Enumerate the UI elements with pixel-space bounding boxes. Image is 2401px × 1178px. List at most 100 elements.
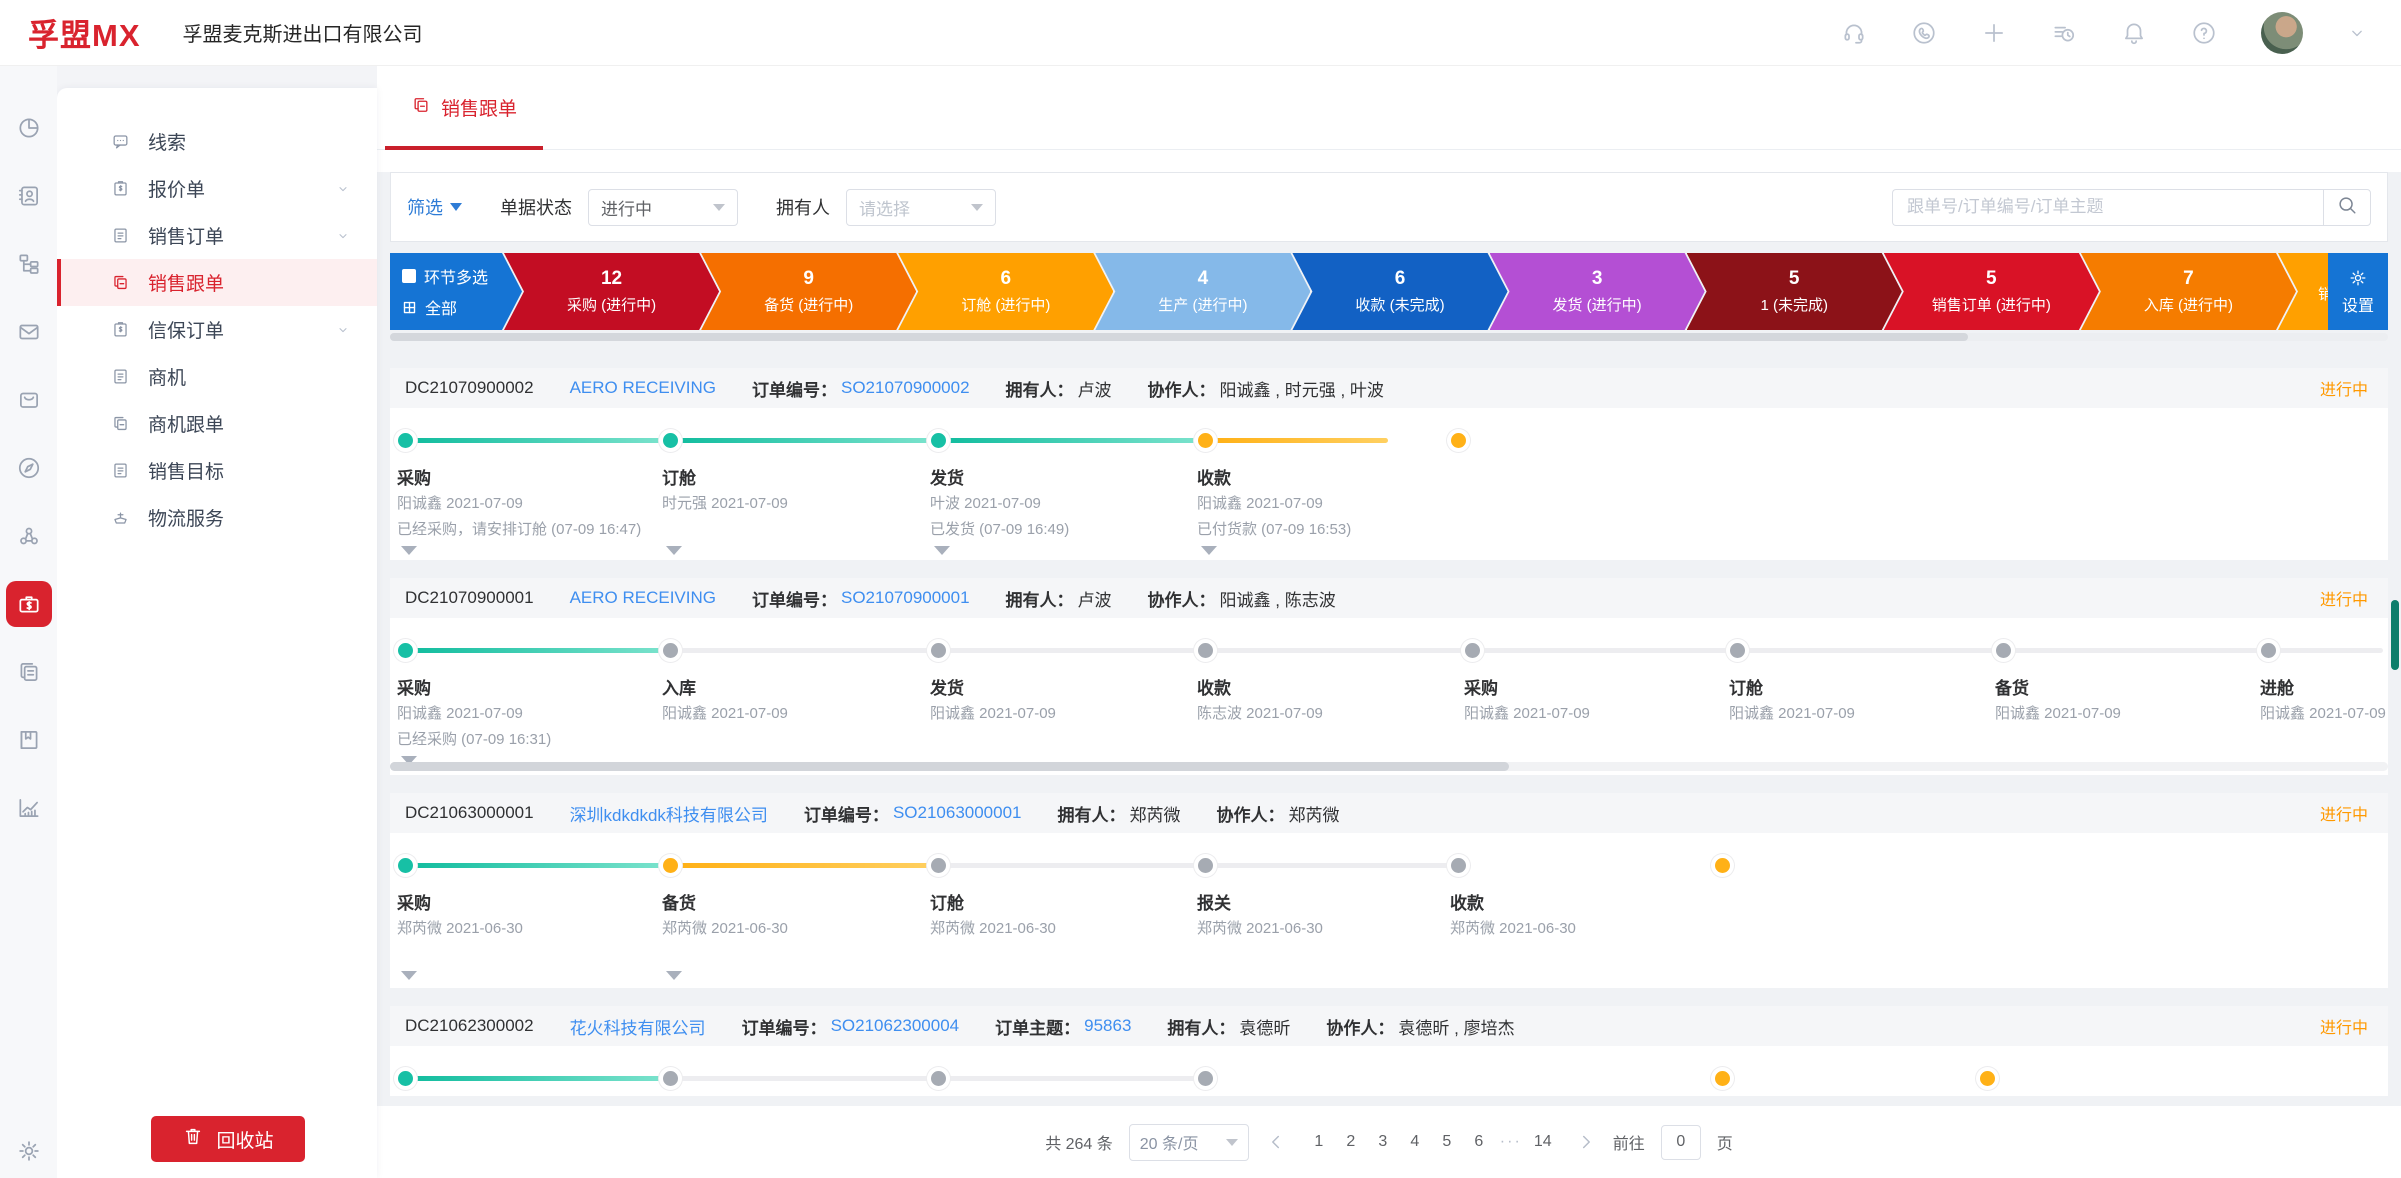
order-no-value[interactable]: SO21062300004 [831, 1016, 960, 1036]
timeline-node[interactable] [1198, 643, 1213, 658]
customer-link[interactable]: AERO RECEIVING [570, 378, 716, 398]
tab-sales-tracking[interactable]: 销售跟单 [385, 66, 543, 149]
rail-item-chart-growth-icon[interactable] [0, 774, 57, 842]
checkbox-icon[interactable] [402, 269, 416, 283]
prev-page-button[interactable] [1265, 1131, 1287, 1153]
page-ellipsis[interactable]: ··· [1495, 1129, 1527, 1155]
timeline-node[interactable] [1996, 643, 2011, 658]
chevron-down-icon[interactable] [2347, 23, 2367, 43]
rail-item-shopping-bag-icon[interactable] [0, 366, 57, 434]
timeline-node[interactable] [663, 433, 678, 448]
history-icon[interactable] [2051, 20, 2077, 46]
timeline-node[interactable] [1465, 643, 1480, 658]
timeline-node[interactable] [1198, 1071, 1213, 1086]
timeline-node[interactable] [1715, 1071, 1730, 1086]
expand-toggle[interactable] [1201, 546, 1217, 555]
horizontal-scrollbar[interactable] [390, 762, 2388, 771]
rail-item-briefcase-dollar-icon[interactable] [0, 570, 57, 638]
rail-item-mail-icon[interactable] [0, 298, 57, 366]
customer-link[interactable]: AERO RECEIVING [570, 588, 716, 608]
help-icon[interactable] [2191, 20, 2217, 46]
menu-item-5[interactable]: 信保订单 [57, 306, 377, 353]
rail-item-compass-icon[interactable] [0, 434, 57, 502]
timeline-node[interactable] [663, 643, 678, 658]
scrollbar-thumb[interactable] [390, 333, 1968, 341]
timeline-node[interactable] [2261, 643, 2276, 658]
timeline-node[interactable] [1198, 433, 1213, 448]
timeline-node[interactable] [1451, 858, 1466, 873]
search-button[interactable] [2323, 189, 2371, 226]
expand-toggle[interactable] [934, 546, 950, 555]
stage-chevron-4[interactable]: 4 生产 (进行中) [1095, 253, 1310, 330]
next-page-button[interactable] [1575, 1131, 1597, 1153]
menu-item-4[interactable]: 销售跟单 [57, 259, 377, 306]
stage-chevron-2[interactable]: 9 备货 (进行中) [701, 253, 916, 330]
timeline-node[interactable] [663, 1071, 678, 1086]
menu-item-2[interactable]: 报价单 [57, 165, 377, 212]
search-input[interactable] [1892, 189, 2323, 226]
timeline-node[interactable] [398, 643, 413, 658]
status-select[interactable]: 进行中 [588, 189, 738, 226]
menu-item-6[interactable]: 商机 [57, 353, 377, 400]
timeline-node[interactable] [1451, 433, 1466, 448]
rail-item-org-chart-icon[interactable] [0, 230, 57, 298]
stage-chevron-5[interactable]: 6 收款 (未完成) [1292, 253, 1507, 330]
stage-settings-button[interactable]: 设置 [2328, 253, 2388, 330]
timeline-node[interactable] [398, 858, 413, 873]
timeline-node[interactable] [1730, 643, 1745, 658]
expand-toggle[interactable] [666, 546, 682, 555]
page-number-2[interactable]: 2 [1335, 1129, 1367, 1155]
rail-item-notebook-icon[interactable] [0, 706, 57, 774]
scrollbar-thumb[interactable] [390, 762, 1509, 771]
timeline-node[interactable] [931, 433, 946, 448]
order-no-value[interactable]: SO21070900001 [841, 588, 970, 608]
timeline-node[interactable] [1715, 858, 1730, 873]
goto-page-input[interactable] [1661, 1125, 1701, 1160]
timeline-node[interactable] [931, 1071, 946, 1086]
timeline-node[interactable] [1198, 858, 1213, 873]
stage-chevron-3[interactable]: 6 订舱 (进行中) [898, 253, 1113, 330]
timeline-node[interactable] [1980, 1071, 1995, 1086]
vertical-scrollbar[interactable] [2391, 600, 2399, 670]
page-number-1[interactable]: 1 [1303, 1129, 1335, 1155]
rail-item-documents-icon[interactable] [0, 638, 57, 706]
avatar[interactable] [2261, 12, 2303, 54]
menu-item-7[interactable]: 商机跟单 [57, 400, 377, 447]
page-number-6[interactable]: 6 [1463, 1129, 1495, 1155]
stage-chevron-8[interactable]: 5 销售订单 (进行中) [1884, 253, 2099, 330]
page-number-4[interactable]: 4 [1399, 1129, 1431, 1155]
stage-scrollbar[interactable] [390, 333, 2388, 341]
page-size-select[interactable]: 20 条/页 [1129, 1124, 1249, 1161]
phone-icon[interactable] [1911, 20, 1937, 46]
timeline-node[interactable] [931, 643, 946, 658]
stage-chevron-6[interactable]: 3 发货 (进行中) [1490, 253, 1705, 330]
expand-toggle[interactable] [401, 546, 417, 555]
page-number-14[interactable]: 14 [1527, 1129, 1559, 1155]
stage-chevron-7[interactable]: 5 1 (未完成) [1687, 253, 1902, 330]
customer-link[interactable]: 花火科技有限公司 [570, 1014, 706, 1039]
customer-link[interactable]: 深圳kdkdkdk科技有限公司 [570, 801, 768, 826]
menu-item-3[interactable]: 销售订单 [57, 212, 377, 259]
menu-item-9[interactable]: 物流服务 [57, 494, 377, 541]
rail-item-pie-chart-icon[interactable] [0, 94, 57, 162]
topic-value[interactable]: 95863 [1084, 1016, 1131, 1036]
timeline-node[interactable] [931, 858, 946, 873]
filter-toggle[interactable]: 筛选 [407, 194, 462, 220]
stage-multi-select[interactable]: 环节多选 全部 [390, 253, 522, 330]
order-no-value[interactable]: SO21063000001 [893, 803, 1022, 823]
rail-item-gear-icon[interactable] [0, 1138, 57, 1164]
stage-chevron-1[interactable]: 12 采购 (进行中) [504, 253, 719, 330]
bell-icon[interactable] [2121, 20, 2147, 46]
page-number-3[interactable]: 3 [1367, 1129, 1399, 1155]
rail-item-contacts-icon[interactable] [0, 162, 57, 230]
stage-chevron-9[interactable]: 7 入库 (进行中) [2081, 253, 2296, 330]
order-no-value[interactable]: SO21070900002 [841, 378, 970, 398]
timeline-node[interactable] [398, 1071, 413, 1086]
headset-icon[interactable] [1841, 20, 1867, 46]
owner-select[interactable]: 请选择 [846, 189, 996, 226]
page-number-5[interactable]: 5 [1431, 1129, 1463, 1155]
expand-toggle[interactable] [666, 971, 682, 980]
timeline-node[interactable] [663, 858, 678, 873]
recycle-bin-button[interactable]: 回收站 [151, 1116, 305, 1162]
expand-toggle[interactable] [401, 971, 417, 980]
